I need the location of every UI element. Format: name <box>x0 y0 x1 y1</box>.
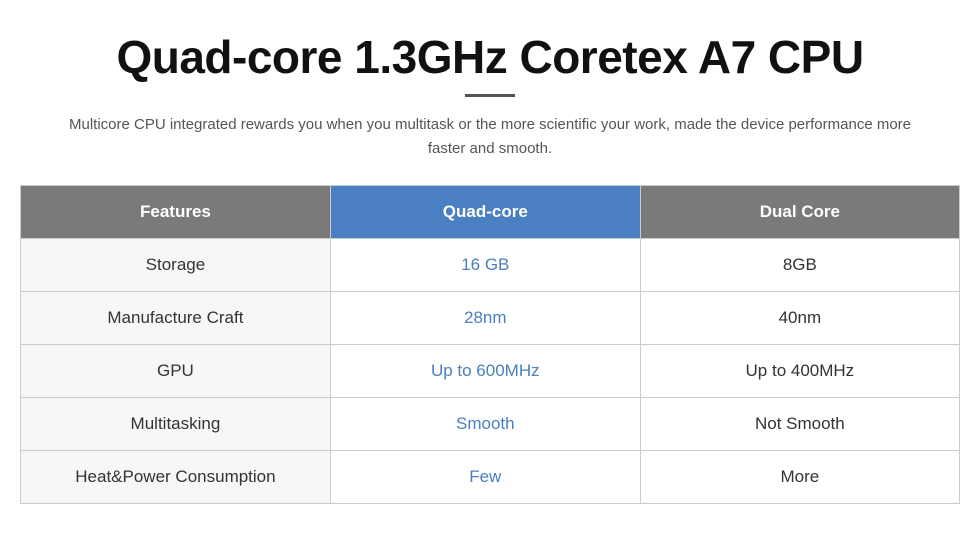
cell-quadcore: Smooth <box>330 398 640 451</box>
table-row: MultitaskingSmoothNot Smooth <box>21 398 960 451</box>
cell-feature: Storage <box>21 239 331 292</box>
cell-dualcore: More <box>640 451 959 504</box>
header-features: Features <box>21 186 331 239</box>
page-title: Quad-core 1.3GHz Coretex A7 CPU <box>116 30 863 84</box>
cell-quadcore: 16 GB <box>330 239 640 292</box>
subtitle-text: Multicore CPU integrated rewards you whe… <box>60 113 920 161</box>
comparison-table: Features Quad-core Dual Core Storage16 G… <box>20 185 960 504</box>
cell-quadcore: Few <box>330 451 640 504</box>
title-divider <box>465 94 515 97</box>
cell-feature: Heat&Power Consumption <box>21 451 331 504</box>
table-row: Storage16 GB8GB <box>21 239 960 292</box>
table-row: GPUUp to 600MHzUp to 400MHz <box>21 345 960 398</box>
cell-quadcore: 28nm <box>330 292 640 345</box>
table-row: Heat&Power ConsumptionFewMore <box>21 451 960 504</box>
cell-dualcore: 8GB <box>640 239 959 292</box>
header-quadcore: Quad-core <box>330 186 640 239</box>
cell-dualcore: Not Smooth <box>640 398 959 451</box>
cell-feature: GPU <box>21 345 331 398</box>
header-dualcore: Dual Core <box>640 186 959 239</box>
cell-feature: Multitasking <box>21 398 331 451</box>
cell-feature: Manufacture Craft <box>21 292 331 345</box>
cell-dualcore: 40nm <box>640 292 959 345</box>
table-row: Manufacture Craft28nm40nm <box>21 292 960 345</box>
cell-quadcore: Up to 600MHz <box>330 345 640 398</box>
cell-dualcore: Up to 400MHz <box>640 345 959 398</box>
